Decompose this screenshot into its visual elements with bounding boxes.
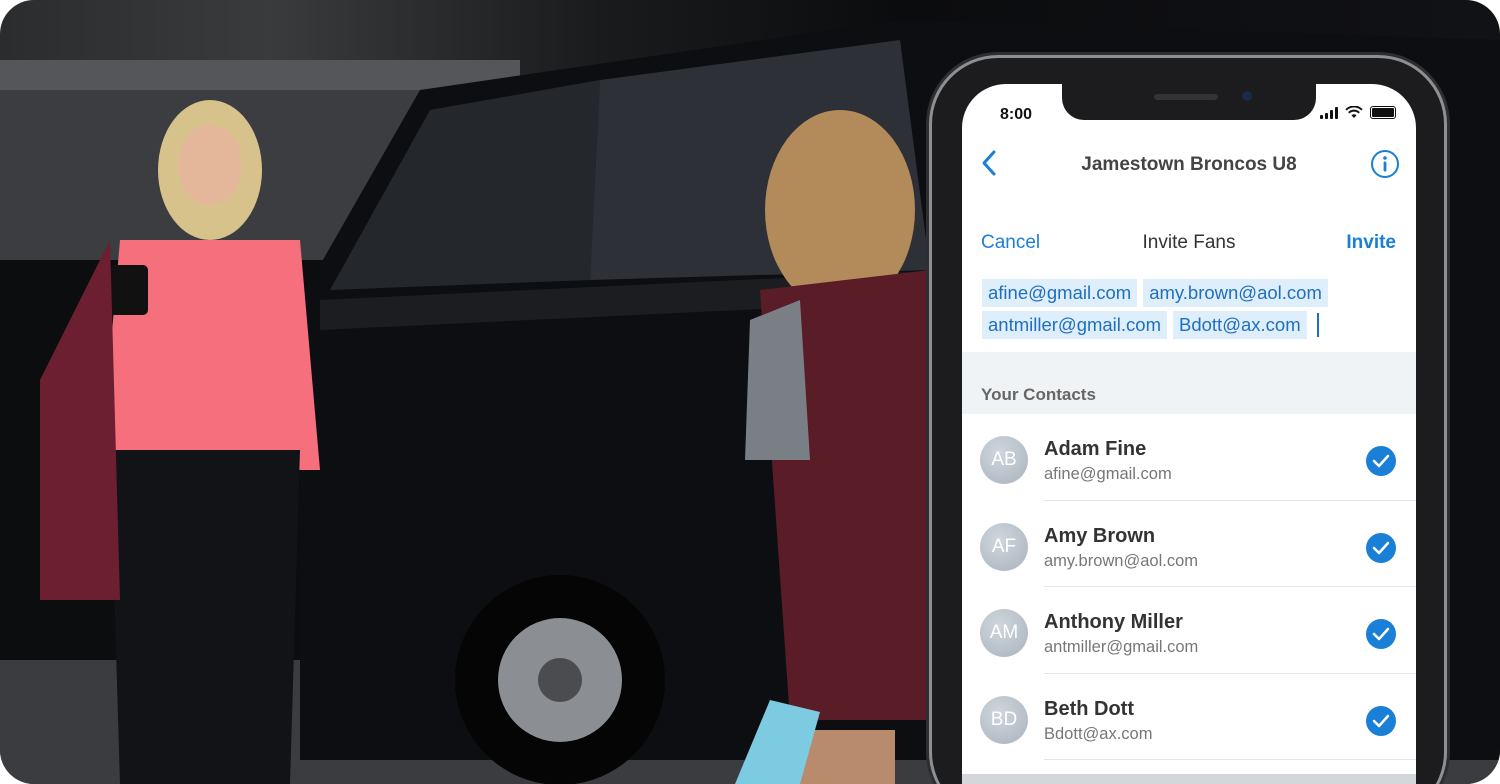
section-label: Your Contacts [981,385,1096,404]
wifi-icon [1345,106,1363,118]
contact-row[interactable]: AF Amy Brown amy.brown@aol.com [962,501,1416,588]
contact-name: Amy Brown [1044,524,1156,547]
contact-email: afine@gmail.com [1044,465,1172,483]
status-icons [1320,106,1396,119]
hero-photo: 8:00 Jamestown Broncos U8 Cancel Invite … [0,0,1500,784]
contact-row[interactable]: AB Adam Fine afine@gmail.com [962,414,1416,501]
recipient-chip[interactable]: amy.brown@aol.com [1143,279,1328,307]
contact-row[interactable]: BD Beth Dott Bdott@ax.com [962,674,1416,761]
avatar: BD [980,695,1028,744]
avatar: AM [980,609,1028,657]
checkmark-icon[interactable] [1366,705,1396,736]
recipient-chip[interactable]: afine@gmail.com [982,279,1138,307]
team-title: Jamestown Broncos U8 [1081,154,1297,175]
status-time: 8:00 [1000,106,1033,123]
checkmark-icon[interactable] [1366,619,1396,649]
keyboard-edge [962,774,1416,784]
phone-screen: 8:00 Jamestown Broncos U8 Cancel Invite … [962,84,1416,784]
contact-name: Beth Dott [1044,697,1134,720]
text-cursor [1316,313,1319,337]
speaker [1154,94,1218,100]
signal-icon [1320,106,1338,119]
info-icon[interactable] [1370,149,1400,179]
checkmark-icon[interactable] [1366,532,1396,563]
recipient-chip[interactable]: Bdott@ax.com [1173,311,1307,339]
camera [1242,91,1252,101]
invite-action-bar: Cancel Invite Fans Invite [962,226,1416,260]
contact-email: amy.brown@aol.com [1044,551,1198,570]
avatar: AF [980,522,1028,571]
contacts-section-header: Your Contacts [962,352,1416,414]
battery-icon [1370,106,1396,119]
contact-name: Anthony Miller [1044,611,1183,633]
invite-button[interactable]: Invite [1346,232,1396,254]
recipient-chip[interactable]: antmiller@gmail.com [982,311,1167,339]
contact-email: Bdott@ax.com [1044,724,1153,743]
contact-name: Adam Fine [1044,438,1147,460]
phone-notch [1062,84,1316,120]
checkmark-icon[interactable] [1366,446,1396,476]
recipient-field[interactable]: afine@gmail.com amy.brown@aol.com antmil… [982,279,1402,343]
contact-row[interactable]: AM Anthony Miller antmiller@gmail.com [962,587,1416,674]
contact-list: AB Adam Fine afine@gmail.com AF Amy Brow… [962,414,1416,760]
avatar: AB [980,436,1028,484]
nav-bar: Jamestown Broncos U8 [962,144,1416,184]
contact-email: antmiller@gmail.com [1044,638,1199,656]
